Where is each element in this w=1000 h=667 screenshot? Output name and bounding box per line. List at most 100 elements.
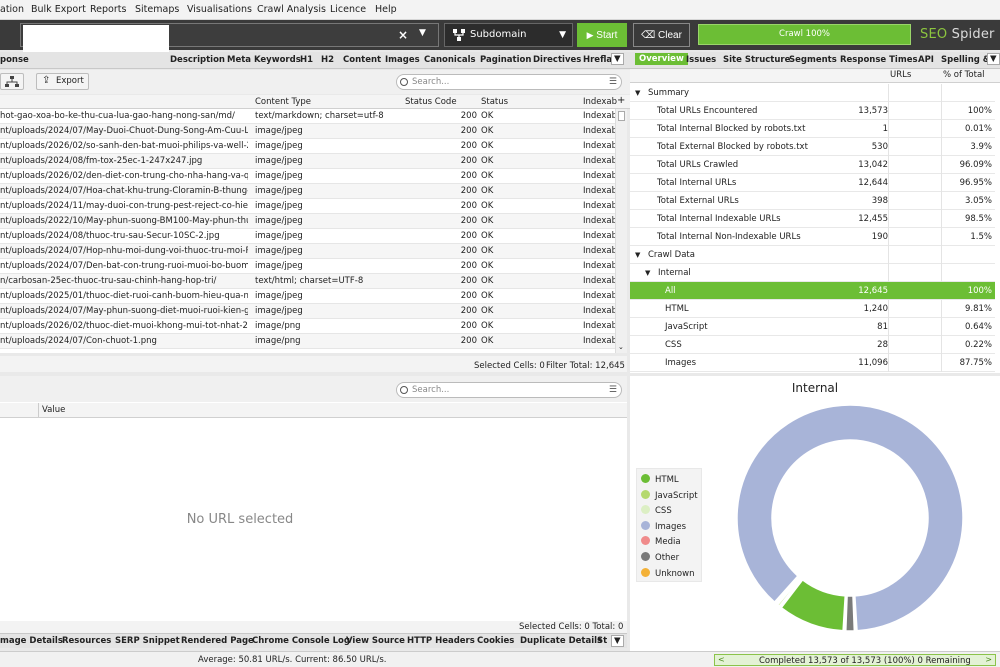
column-status-code[interactable]: Status Code (405, 97, 457, 107)
table-row[interactable]: nt/uploads/2026/02/thuoc-diet-muoi-khong… (0, 319, 615, 334)
tree-view-button[interactable] (0, 73, 24, 90)
tab-pagination[interactable]: Pagination (480, 55, 531, 65)
tab-hreflang[interactable]: Hrefla (583, 55, 612, 65)
table-row[interactable]: nt/uploads/2024/07/Den-bat-con-trung-ruo… (0, 259, 615, 274)
tab-spelling[interactable]: Spelling & (941, 55, 990, 65)
scroll-left-icon[interactable]: < (718, 655, 725, 664)
grid-scrollbar[interactable]: ⌄ (615, 109, 627, 353)
details-search[interactable]: Search... ☰ (396, 382, 622, 398)
table-row[interactable]: nt/uploads/2025/01/thuoc-diet-ruoi-canh-… (0, 289, 615, 304)
menu-sitemaps[interactable]: Sitemaps (135, 4, 179, 15)
tab-h1[interactable]: H1 (300, 55, 313, 65)
table-row[interactable]: nt/uploads/2024/07/May-phun-suong-diet-m… (0, 304, 615, 319)
tab-canonicals[interactable]: Canonicals (424, 55, 476, 65)
tab-meta-keywords[interactable]: Meta Keywords (227, 55, 301, 65)
table-row[interactable]: n/carbosan-25ec-thuoc-tru-sau-chinh-hang… (0, 274, 615, 289)
menu-bulk-export[interactable]: Bulk Export (31, 4, 86, 15)
table-row[interactable]: nt/uploads/2022/10/May-phun-suong-BM100-… (0, 214, 615, 229)
overview-row[interactable]: Total External Blocked by robots.txt 530 3… (630, 138, 995, 156)
menu-visualisations[interactable]: Visualisations (187, 4, 252, 15)
tab-issues[interactable]: Issues (686, 55, 716, 65)
tab-structured-data[interactable]: St (597, 636, 607, 646)
tab-content[interactable]: Content (343, 55, 381, 65)
menu-configuration[interactable]: ation (0, 4, 24, 15)
table-row[interactable]: nt/uploads/2024/07/Hoa-chat-khu-trung-Cl… (0, 184, 615, 199)
tab-duplicate-details[interactable]: Duplicate Details (520, 636, 602, 646)
table-row[interactable]: nt/uploads/2024/07/Con-chuot-1.png image/… (0, 334, 615, 349)
tab-resources[interactable]: Resources (62, 636, 111, 646)
overview-row[interactable]: Total URLs Encountered 13,573 100% (630, 102, 995, 120)
details-value-column[interactable]: Value (42, 405, 65, 415)
table-row[interactable]: nt/uploads/2024/07/May-Duoi-Chuot-Dung-S… (0, 124, 615, 139)
overview-row[interactable]: ▼ Crawl Data (630, 246, 995, 264)
overview-row[interactable]: Total Internal URLs 12,644 96.95% (630, 174, 995, 192)
overview-row[interactable]: CSS 28 0.22% (630, 336, 995, 354)
legend-item[interactable]: HTML (641, 474, 679, 485)
tabs-overflow-icon[interactable]: ▼ (987, 53, 1000, 65)
export-button[interactable]: ⇪ Export (36, 73, 89, 90)
clear-url-icon[interactable]: × (398, 28, 408, 42)
table-row[interactable]: hot-gao-xoa-bo-ke-thu-cua-lua-gao-hang-n… (0, 109, 615, 124)
overview-row[interactable]: Total URLs Crawled 13,042 96.09% (630, 156, 995, 174)
scroll-right-icon[interactable]: > (985, 655, 992, 664)
clear-button[interactable]: ⌫ Clear (633, 23, 690, 47)
menu-licence[interactable]: Licence (330, 4, 366, 15)
table-row[interactable]: nt/uploads/2026/02/so-sanh-den-bat-muoi-… (0, 139, 615, 154)
overview-row-selected[interactable]: All 12,645 100% (630, 282, 995, 300)
tab-description[interactable]: Description (170, 55, 225, 65)
overview-row[interactable]: ▼ Internal (630, 264, 995, 282)
column-status[interactable]: Status (481, 97, 508, 107)
scroll-thumb[interactable] (618, 111, 625, 121)
tab-overview[interactable]: Overview (635, 53, 688, 65)
tab-serp-snippet[interactable]: SERP Snippet (115, 636, 180, 646)
overview-row[interactable]: JavaScript 81 0.64% (630, 318, 995, 336)
expand-toggle-icon[interactable]: ▼ (635, 89, 640, 97)
table-row[interactable]: nt/uploads/2024/07/Hop-nhu-moi-dung-voi-… (0, 244, 615, 259)
menu-help[interactable]: Help (375, 4, 397, 15)
table-row[interactable]: nt/uploads/2024/11/may-duoi-con-trung-pe… (0, 199, 615, 214)
tab-http-headers[interactable]: HTTP Headers (407, 636, 475, 646)
details-name-column[interactable] (0, 403, 39, 417)
table-row[interactable]: nt/uploads/2024/08/fm-tox-25ec-1-247x247… (0, 154, 615, 169)
tab-directives[interactable]: Directives (533, 55, 581, 65)
expand-toggle-icon[interactable]: ▼ (635, 251, 640, 259)
tab-api[interactable]: API (918, 55, 934, 65)
overview-row[interactable]: Total Internal Blocked by robots.txt 1 0.0… (630, 120, 995, 138)
expand-toggle-icon[interactable]: ▼ (645, 269, 650, 277)
overview-row[interactable]: Total Internal Indexable URLs 12,455 98.5% (630, 210, 995, 228)
legend-item[interactable]: Images (641, 520, 686, 532)
column-urls[interactable]: URLs (890, 70, 911, 80)
mode-select[interactable]: Subdomain ▼ (444, 23, 573, 47)
overview-row[interactable]: Images 11,096 87.75% (630, 354, 995, 372)
tab-cookies[interactable]: Cookies (477, 636, 514, 646)
legend-item[interactable]: CSS (641, 505, 672, 516)
column-percent[interactable]: % of Total (943, 70, 985, 80)
legend-item[interactable]: Unknown (641, 567, 694, 579)
donut-slice-other[interactable] (845, 595, 856, 632)
tab-response-times[interactable]: Response Times (840, 55, 918, 65)
tab-site-structure[interactable]: Site Structure (723, 55, 790, 65)
tabs-overflow-icon[interactable]: ▼ (611, 53, 624, 65)
start-button[interactable]: ▶ Start (577, 23, 627, 47)
add-column-icon[interactable]: + (617, 95, 625, 106)
url-history-chevron-icon[interactable]: ▼ (419, 28, 426, 38)
grid-search[interactable]: Search... ☰ (396, 74, 622, 90)
column-content-type[interactable]: Content Type (255, 97, 311, 107)
column-indexability[interactable]: Indexab (583, 97, 617, 107)
legend-item[interactable]: JavaScript (641, 489, 698, 501)
tab-response[interactable]: ponse (0, 55, 29, 65)
tab-images[interactable]: Images (385, 55, 420, 65)
tab-image-details[interactable]: mage Details (0, 636, 63, 646)
legend-item[interactable]: Media (641, 536, 681, 547)
scroll-down-icon[interactable]: ⌄ (618, 343, 624, 351)
overview-row[interactable]: ▼ Summary (630, 84, 995, 102)
filter-options-icon[interactable]: ☰ (609, 77, 617, 87)
tab-view-source[interactable]: View Source (346, 636, 405, 646)
overview-row[interactable]: Total External URLs 398 3.05% (630, 192, 995, 210)
tab-segments[interactable]: Segments (789, 55, 837, 65)
tabs-overflow-icon[interactable]: ▼ (611, 635, 624, 647)
overview-row[interactable]: HTML 1,240 9.81% (630, 300, 995, 318)
menu-crawl-analysis[interactable]: Crawl Analysis (257, 4, 326, 15)
table-row[interactable]: nt/uploads/2024/08/thuoc-tru-sau-Secur-1… (0, 229, 615, 244)
tab-rendered-page[interactable]: Rendered Page (181, 636, 254, 646)
